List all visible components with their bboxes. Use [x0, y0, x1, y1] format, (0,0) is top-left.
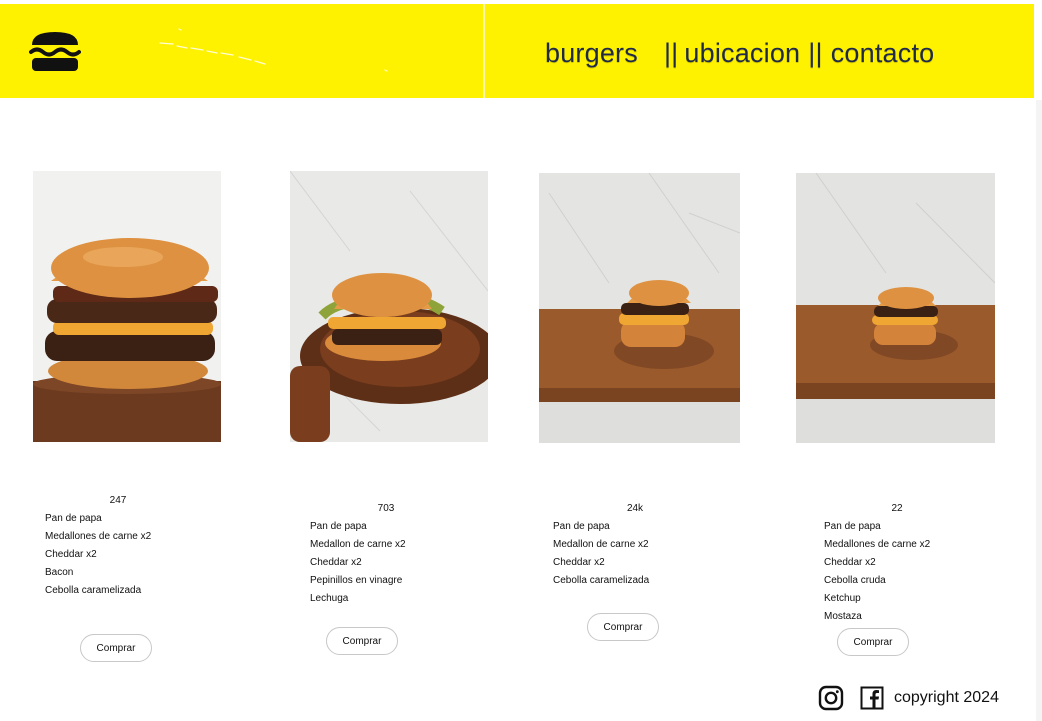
buy-button[interactable]: Comprar	[587, 613, 659, 641]
ingredient-item: Bacon	[45, 567, 74, 578]
decorative-specks	[159, 28, 388, 72]
burger-photo-3[interactable]	[539, 173, 740, 443]
ingredient-list: Pan de papa Medallones de carne x2 Chedd…	[824, 518, 930, 626]
ingredient-item: Medallon de carne x2	[553, 539, 649, 550]
ingredient-list: Pan de papa Medallones de carne x2 Chedd…	[45, 510, 151, 600]
nav-ubicacion[interactable]: ubicacion	[684, 38, 800, 68]
ingredient-item: Pan de papa	[45, 513, 102, 524]
site-footer: copyright 2024	[818, 684, 999, 712]
ingredient-item: Cebolla caramelizada	[553, 575, 650, 586]
product-count: 703	[377, 503, 395, 514]
copyright-text: copyright 2024	[894, 689, 999, 706]
ingredient-item: Pan de papa	[553, 521, 610, 532]
main-nav: burgers || ubicacion || contacto	[545, 38, 934, 78]
buy-button[interactable]: Comprar	[837, 628, 909, 656]
header-divider	[483, 4, 485, 98]
burger-photo-1[interactable]	[33, 171, 221, 442]
nav-separator: ||	[663, 38, 679, 68]
burger-icon[interactable]	[29, 31, 81, 73]
ingredient-item: Cebolla caramelizada	[45, 585, 142, 596]
page-scrollbar[interactable]	[1036, 100, 1042, 721]
ingredient-item: Pepinillos en vinagre	[310, 575, 403, 586]
ingredient-item: Cheddar x2	[310, 557, 362, 568]
facebook-icon[interactable]	[860, 686, 884, 710]
ingredient-item: Cebolla cruda	[824, 575, 886, 586]
ingredient-item: Medallon de carne x2	[310, 539, 406, 550]
ingredient-item: Cheddar x2	[824, 557, 876, 568]
ingredient-item: Lechuga	[310, 593, 349, 604]
ingredient-item: Ketchup	[824, 593, 861, 604]
product-count: 24k	[626, 503, 644, 514]
ingredient-item: Pan de papa	[310, 521, 367, 532]
nav-separator: ||	[808, 38, 823, 68]
instagram-icon[interactable]	[818, 685, 844, 711]
ingredient-list: Pan de papa Medallon de carne x2 Cheddar…	[553, 518, 649, 590]
ingredient-item: Medallones de carne x2	[45, 531, 152, 542]
buy-button[interactable]: Comprar	[80, 634, 152, 662]
product-count: 247	[109, 495, 127, 506]
ingredient-item: Medallones de carne x2	[824, 539, 931, 550]
ingredient-item: Cheddar x2	[45, 549, 97, 560]
product-count: 22	[891, 503, 903, 514]
ingredient-item: Mostaza	[824, 611, 862, 622]
site-header: burgers || ubicacion || contacto	[0, 4, 1034, 98]
nav-burgers[interactable]: burgers	[545, 38, 638, 68]
burger-photo-4[interactable]	[796, 173, 995, 443]
nav-contacto[interactable]: contacto	[831, 38, 935, 68]
burger-photo-2[interactable]	[290, 171, 488, 442]
ingredient-item: Pan de papa	[824, 521, 881, 532]
ingredient-list: Pan de papa Medallon de carne x2 Cheddar…	[310, 518, 406, 608]
ingredient-item: Cheddar x2	[553, 557, 605, 568]
buy-button[interactable]: Comprar	[326, 627, 398, 655]
